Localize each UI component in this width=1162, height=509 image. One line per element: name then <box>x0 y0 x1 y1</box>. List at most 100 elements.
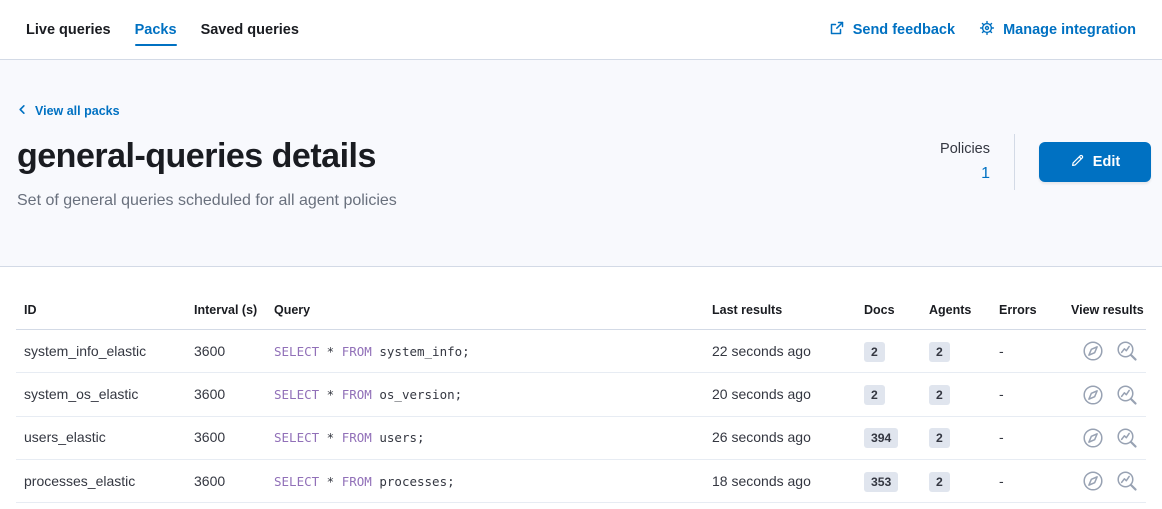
column-header-last-results: Last results <box>704 295 856 330</box>
tab-live-queries[interactable]: Live queries <box>26 0 111 59</box>
view-in-discover-button[interactable] <box>1082 384 1104 406</box>
top-navigation-bar: Live queries Packs Saved queries Send fe… <box>0 0 1162 60</box>
sql-text: os_version; <box>372 387 462 402</box>
docs-count-badge: 353 <box>864 472 898 492</box>
agents-count-badge: 2 <box>929 428 950 448</box>
send-feedback-link[interactable]: Send feedback <box>829 0 955 59</box>
agents-count-badge: 2 <box>929 385 950 405</box>
view-in-discover-button[interactable] <box>1082 340 1104 362</box>
sql-keyword: FROM <box>342 474 372 489</box>
tab-packs[interactable]: Packs <box>135 0 177 59</box>
sql-keyword: FROM <box>342 344 372 359</box>
interval-cell: 3600 <box>186 373 266 416</box>
view-all-packs-link[interactable]: View all packs <box>17 104 120 118</box>
agents-count-badge: 2 <box>929 342 950 362</box>
vertical-divider <box>1014 134 1015 190</box>
column-header-interval: Interval (s) <box>186 295 266 330</box>
docs-count-badge: 2 <box>864 385 885 405</box>
sql-keyword: SELECT <box>274 344 319 359</box>
policies-stat-label: Policies <box>940 141 990 157</box>
query-id-cell: processes_elastic <box>16 459 186 502</box>
view-in-discover-button[interactable] <box>1082 427 1104 449</box>
docs-cell: 2 <box>856 330 921 373</box>
query-id-cell: system_info_elastic <box>16 330 186 373</box>
view-results-cell <box>1063 459 1146 502</box>
view-in-lens-button[interactable] <box>1116 340 1138 362</box>
interval-cell: 3600 <box>186 459 266 502</box>
send-feedback-label: Send feedback <box>853 22 955 38</box>
sql-keyword: FROM <box>342 430 372 445</box>
interval-cell: 3600 <box>186 330 266 373</box>
docs-cell: 2 <box>856 373 921 416</box>
view-in-lens-button[interactable] <box>1116 384 1138 406</box>
pack-queries-table: ID Interval (s) Query Last results Docs … <box>16 295 1146 503</box>
sql-text: * <box>319 344 342 359</box>
magnifier-chart-icon <box>1116 480 1138 495</box>
view-results-cell <box>1063 416 1146 459</box>
magnifier-chart-icon <box>1116 394 1138 409</box>
view-in-lens-button[interactable] <box>1116 470 1138 492</box>
column-header-errors: Errors <box>991 295 1063 330</box>
pencil-icon <box>1070 153 1085 172</box>
query-sql-cell: SELECT * FROM users; <box>266 416 704 459</box>
table-row: processes_elastic 3600 SELECT * FROM pro… <box>16 459 1146 502</box>
gear-icon <box>979 20 995 40</box>
docs-cell: 353 <box>856 459 921 502</box>
view-in-lens-button[interactable] <box>1116 427 1138 449</box>
errors-cell: - <box>991 330 1063 373</box>
view-in-discover-button[interactable] <box>1082 470 1104 492</box>
osquery-tabs: Live queries Packs Saved queries <box>26 0 299 59</box>
last-results-cell: 20 seconds ago <box>704 373 856 416</box>
sql-keyword: SELECT <box>274 430 319 445</box>
sql-text: * <box>319 474 342 489</box>
sql-text: * <box>319 430 342 445</box>
agents-cell: 2 <box>921 330 991 373</box>
pack-description: Set of general queries scheduled for all… <box>17 192 1144 210</box>
query-sql-cell: SELECT * FROM system_info; <box>266 330 704 373</box>
table-header-row: ID Interval (s) Query Last results Docs … <box>16 295 1146 330</box>
query-id-cell: users_elastic <box>16 416 186 459</box>
agents-count-badge: 2 <box>929 472 950 492</box>
sql-text: * <box>319 387 342 402</box>
manage-integration-label: Manage integration <box>1003 22 1136 38</box>
sql-keyword: SELECT <box>274 387 319 402</box>
view-all-packs-label: View all packs <box>35 104 120 118</box>
sql-keyword: FROM <box>342 387 372 402</box>
header-right-group: Policies 1 Edit <box>940 134 1151 190</box>
pack-queries-table-section: ID Interval (s) Query Last results Docs … <box>0 267 1162 503</box>
magnifier-chart-icon <box>1116 350 1138 365</box>
compass-icon <box>1082 437 1104 452</box>
column-header-agents: Agents <box>921 295 991 330</box>
edit-button[interactable]: Edit <box>1039 142 1151 182</box>
errors-cell: - <box>991 459 1063 502</box>
sql-text: system_info; <box>372 344 470 359</box>
column-header-query: Query <box>266 295 704 330</box>
column-header-docs: Docs <box>856 295 921 330</box>
policies-stat: Policies 1 <box>940 141 990 183</box>
errors-cell: - <box>991 373 1063 416</box>
docs-count-badge: 394 <box>864 428 898 448</box>
magnifier-chart-icon <box>1116 437 1138 452</box>
query-sql-cell: SELECT * FROM os_version; <box>266 373 704 416</box>
interval-cell: 3600 <box>186 416 266 459</box>
agents-cell: 2 <box>921 416 991 459</box>
agents-cell: 2 <box>921 459 991 502</box>
sql-keyword: SELECT <box>274 474 319 489</box>
sql-text: processes; <box>372 474 455 489</box>
view-results-cell <box>1063 330 1146 373</box>
view-results-cell <box>1063 373 1146 416</box>
column-header-view-results: View results <box>1063 295 1146 330</box>
column-header-id: ID <box>16 295 186 330</box>
table-row: system_info_elastic 3600 SELECT * FROM s… <box>16 330 1146 373</box>
sql-text: users; <box>372 430 425 445</box>
docs-cell: 394 <box>856 416 921 459</box>
topbar-actions: Send feedback Manage integration <box>829 0 1136 59</box>
tab-saved-queries[interactable]: Saved queries <box>201 0 299 59</box>
errors-cell: - <box>991 416 1063 459</box>
last-results-cell: 22 seconds ago <box>704 330 856 373</box>
docs-count-badge: 2 <box>864 342 885 362</box>
manage-integration-link[interactable]: Manage integration <box>979 0 1136 59</box>
last-results-cell: 18 seconds ago <box>704 459 856 502</box>
table-row: system_os_elastic 3600 SELECT * FROM os_… <box>16 373 1146 416</box>
last-results-cell: 26 seconds ago <box>704 416 856 459</box>
